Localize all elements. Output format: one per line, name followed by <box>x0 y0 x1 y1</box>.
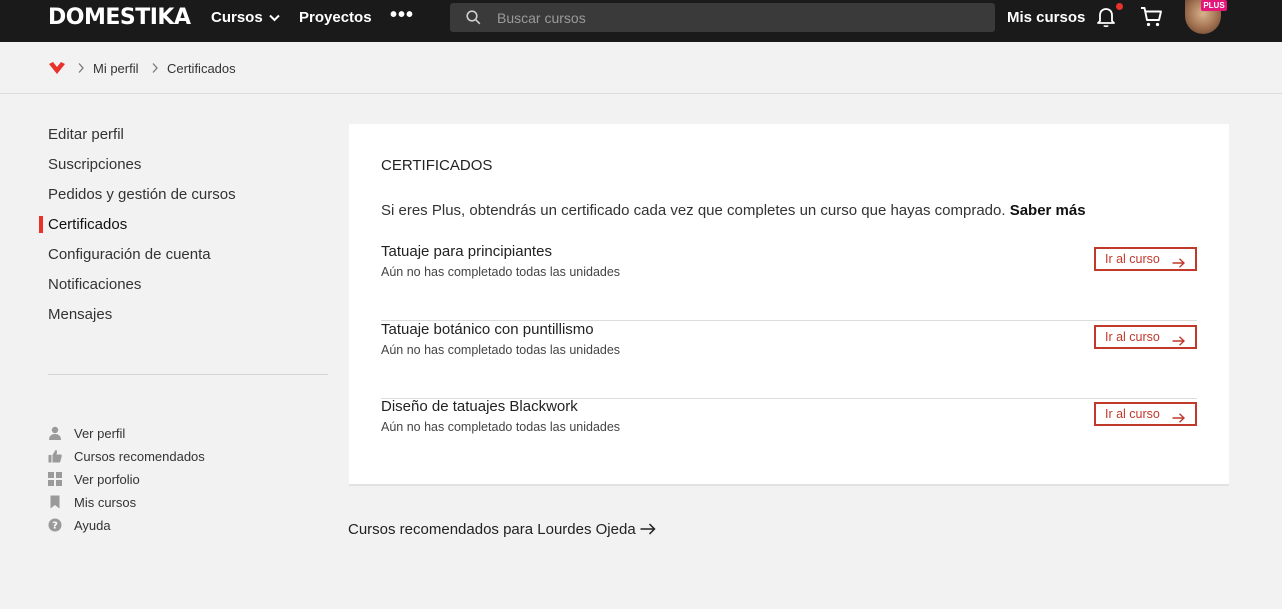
more-menu-icon[interactable]: ••• <box>390 5 414 25</box>
arrow-right-icon <box>1172 332 1186 352</box>
breadcrumb-separator-icon <box>151 62 159 77</box>
arrow-right-icon <box>640 521 656 540</box>
grid-icon <box>48 472 62 486</box>
active-indicator <box>39 216 43 233</box>
course-status: Aún no has completado todas las unidades <box>381 420 621 434</box>
button-label: Ir al curso <box>1105 407 1160 421</box>
ir-al-curso-button[interactable]: Ir al curso <box>1094 247 1197 271</box>
plus-info-text: Si eres Plus, obtendrás un certificado c… <box>381 202 1086 220</box>
breadcrumb-mi-perfil[interactable]: Mi perfil <box>93 61 139 77</box>
breadcrumb: Mi perfil Certificados <box>0 42 1282 94</box>
mis-cursos-link[interactable]: Mis cursos <box>1007 9 1085 27</box>
sidebar-item-suscripciones[interactable]: Suscripciones <box>48 155 141 175</box>
plus-info-body: Si eres Plus, obtendrás un certificado c… <box>381 202 1006 219</box>
thumbs-up-icon <box>48 449 62 463</box>
button-label: Ir al curso <box>1105 252 1160 266</box>
saber-mas-link[interactable]: Saber más <box>1010 202 1086 219</box>
recommended-courses-link[interactable]: Cursos recomendados para Lourdes Ojeda <box>348 520 656 540</box>
nav-cursos-label: Cursos <box>211 9 263 26</box>
sidebar-item-notificaciones[interactable]: Notificaciones <box>48 275 141 295</box>
course-status: Aún no has completado todas las unidades <box>381 265 621 279</box>
breadcrumb-separator-icon <box>77 62 85 77</box>
plus-badge: PLUS <box>1201 0 1227 11</box>
recommended-courses-label: Cursos recomendados para Lourdes Ojeda <box>348 521 636 538</box>
sidebar-link-label: Mis cursos <box>74 495 137 510</box>
domestika-home-icon[interactable] <box>48 61 66 80</box>
search-bar <box>450 3 995 32</box>
sidebar-item-editar-perfil[interactable]: Editar perfil <box>48 125 124 145</box>
search-icon[interactable] <box>466 10 481 30</box>
arrow-right-icon <box>1172 254 1186 274</box>
sidebar-divider <box>48 374 328 375</box>
sidebar-item-certificados[interactable]: Certificados <box>48 215 127 235</box>
breadcrumb-certificados: Certificados <box>167 61 236 76</box>
sidebar-link-label: Ayuda <box>74 518 111 533</box>
help-icon: ? <box>48 518 62 532</box>
certificates-card: CERTIFICADOS Si eres Plus, obtendrás un … <box>349 124 1229 486</box>
chevron-down-icon <box>268 8 280 28</box>
course-row: Tatuaje para principiantes Aún no has co… <box>381 243 1197 321</box>
nav-cursos-menu[interactable]: Cursos <box>211 8 280 28</box>
sidebar-link-label: Ver perfil <box>74 426 126 441</box>
bookmark-icon <box>48 495 62 509</box>
svg-text:?: ? <box>52 521 58 532</box>
course-name: Tatuaje botánico con puntillismo <box>381 321 594 338</box>
course-row: Diseño de tatuajes Blackwork Aún no has … <box>381 398 1197 476</box>
search-input[interactable] <box>497 3 977 32</box>
sidebar-link-label: Ver porfolio <box>74 472 140 487</box>
nav-proyectos-link[interactable]: Proyectos <box>299 8 372 28</box>
button-label: Ir al curso <box>1105 330 1160 344</box>
course-row: Tatuaje botánico con puntillismo Aún no … <box>381 321 1197 399</box>
ir-al-curso-button[interactable]: Ir al curso <box>1094 325 1197 349</box>
course-status: Aún no has completado todas las unidades <box>381 343 621 357</box>
notifications-bell-icon[interactable] <box>1096 6 1116 33</box>
domestika-logo[interactable]: DOMESTIKA <box>48 4 191 32</box>
course-name: Diseño de tatuajes Blackwork <box>381 398 578 415</box>
arrow-right-icon <box>1172 409 1186 429</box>
user-icon <box>48 426 62 440</box>
course-name: Tatuaje para principiantes <box>381 243 552 260</box>
sidebar-item-configuracion[interactable]: Configuración de cuenta <box>48 245 211 265</box>
ir-al-curso-button[interactable]: Ir al curso <box>1094 402 1197 426</box>
sidebar-link-label: Cursos recomendados <box>74 449 205 464</box>
sidebar-item-pedidos[interactable]: Pedidos y gestión de cursos <box>48 185 236 205</box>
top-navigation-bar: DOMESTIKA Cursos Proyectos ••• Mis curso… <box>0 0 1282 42</box>
shopping-cart-icon[interactable] <box>1140 6 1163 33</box>
sidebar-item-mensajes[interactable]: Mensajes <box>48 305 112 325</box>
notification-dot <box>1116 3 1123 10</box>
page-title: CERTIFICADOS <box>381 157 493 174</box>
